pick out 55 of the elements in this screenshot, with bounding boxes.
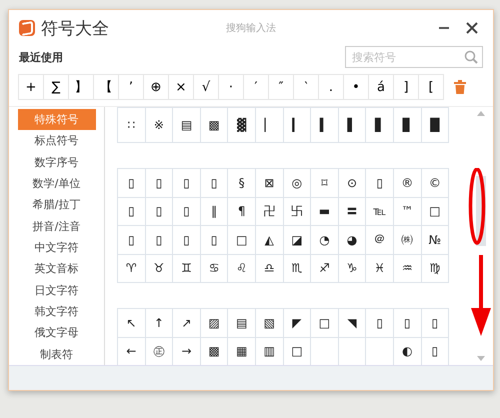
category-item[interactable]: 拼音/注音 <box>18 216 96 237</box>
category-item[interactable]: 俄文字母 <box>18 322 96 344</box>
recent-symbol[interactable]: . <box>318 74 344 100</box>
recent-symbol[interactable]: ′ <box>243 74 269 100</box>
symbol-cell[interactable]: ▓ <box>227 107 256 143</box>
symbol-cell[interactable]: ▋ <box>365 107 394 143</box>
symbol-cell[interactable]: ▏ <box>254 107 284 143</box>
recent-symbol[interactable]: √ <box>193 74 219 100</box>
category-item[interactable]: 希腊/拉丁 <box>18 194 96 216</box>
trash-icon[interactable] <box>454 80 466 94</box>
category-item[interactable]: 日文字符 <box>18 280 96 301</box>
app-name: 搜狗输入法 <box>225 22 277 35</box>
category-item[interactable]: 韩文字符 <box>18 300 96 322</box>
logo-icon <box>19 20 35 36</box>
recent-symbol[interactable]: ″ <box>268 74 294 100</box>
recent-symbol[interactable]: á <box>368 74 394 100</box>
symbol-cell[interactable]: ▯ <box>117 168 146 198</box>
symbol-cell[interactable]: ▍ <box>310 107 339 143</box>
recent-symbol[interactable]: 【 <box>93 74 119 100</box>
symbol-cell[interactable]: ♈ <box>117 254 146 283</box>
recent-symbol[interactable]: × <box>168 74 194 100</box>
search-icon <box>464 50 478 64</box>
symbol-cell[interactable]: ▊ <box>392 107 422 143</box>
symbol-cell[interactable]: ▤ <box>172 107 201 143</box>
category-item[interactable]: 数字序号 <box>18 152 96 173</box>
category-item[interactable]: 制表符 <box>18 344 96 365</box>
recent-symbol[interactable]: · <box>218 74 244 100</box>
recent-symbol[interactable]: • <box>343 74 369 100</box>
recent-symbol[interactable]: ’ <box>118 74 144 100</box>
recent-symbol[interactable]: ] <box>393 74 419 100</box>
symbol-cell[interactable]: █ <box>420 107 450 143</box>
recent-symbol[interactable]: + <box>18 74 44 100</box>
window-title: 符号大全 <box>41 18 109 40</box>
symbol-cell[interactable]: ∷ <box>117 107 146 143</box>
recent-symbol[interactable]: 】 <box>68 74 94 100</box>
category-item[interactable]: 中文字符 <box>18 236 96 258</box>
symbol-cell[interactable]: ▯ <box>420 308 450 338</box>
symbol-cell[interactable]: ※ <box>144 107 174 143</box>
symbol-cell[interactable]: ♍ <box>420 254 450 283</box>
symbol-cell[interactable]: ▎ <box>282 107 312 143</box>
search-field[interactable]: 搜索符号 <box>345 46 483 68</box>
symbol-cell[interactable]: ↖ <box>117 308 146 338</box>
section-label: 最近使用 <box>19 50 63 64</box>
recent-symbol[interactable]: ⊕ <box>143 74 169 100</box>
category-item[interactable]: 英文音标 <box>18 258 96 280</box>
scroll-up-icon[interactable] <box>477 111 485 116</box>
category-item[interactable]: 数学/单位 <box>18 172 96 194</box>
close-icon <box>466 22 478 34</box>
recent-symbol[interactable]: [ <box>418 74 444 100</box>
category-item[interactable]: 标点符号 <box>18 130 96 152</box>
symbol-cell[interactable]: © <box>420 168 450 198</box>
recent-symbol[interactable]: ‵ <box>293 74 319 100</box>
recent-symbol[interactable]: ∑ <box>43 74 69 100</box>
symbol-cell[interactable]: ▌ <box>338 107 366 143</box>
symbol-cell[interactable]: ▩ <box>200 107 228 143</box>
